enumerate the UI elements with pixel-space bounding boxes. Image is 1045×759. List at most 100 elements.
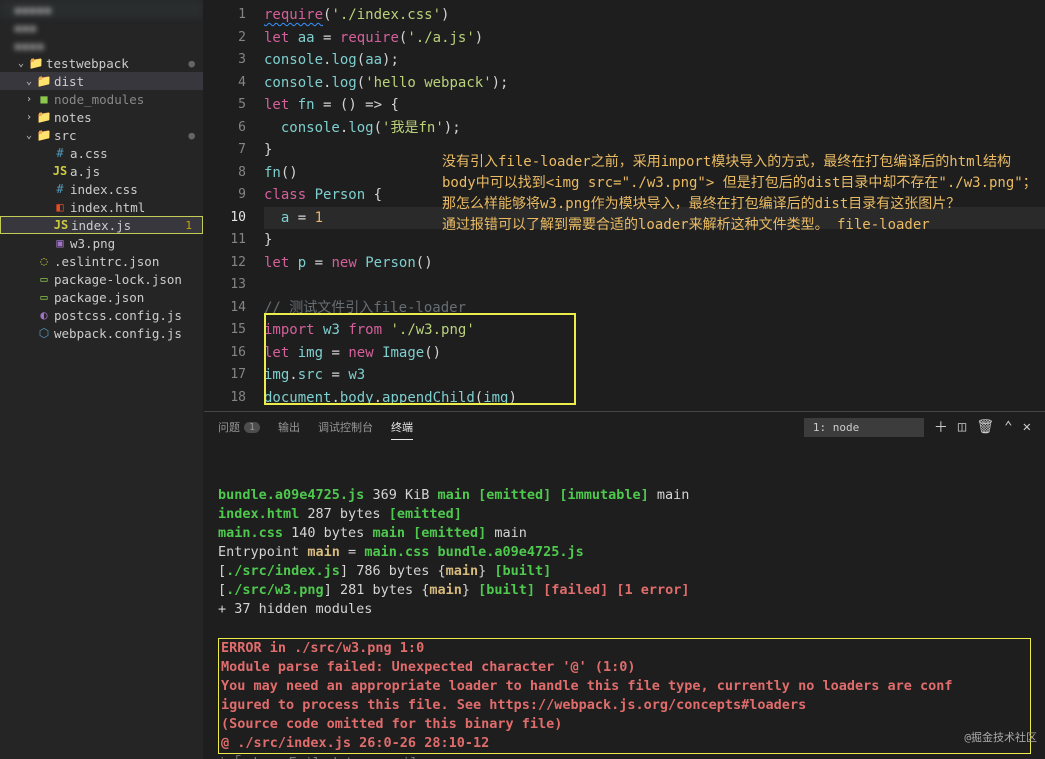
code-line[interactable]: img.src = w3: [264, 364, 1045, 387]
line-number: 5: [204, 94, 264, 117]
tree-item-label: index.css: [68, 182, 199, 197]
panel-tab-bar: 问题 1 输出 调试控制台 终端 1: node ＋ ◫ 🗑 ⌃ ✕: [204, 412, 1045, 442]
blurred-item: ▪▪▪: [0, 18, 203, 36]
code-line[interactable]: let p = new Person(): [264, 252, 1045, 275]
code-line[interactable]: let fn = () => {: [264, 94, 1045, 117]
file-icon: ◧: [52, 200, 68, 214]
tab-label: 问题: [218, 419, 240, 435]
file-icon: ■: [36, 92, 52, 106]
blurred-item: ▪▪▪▪: [0, 36, 203, 54]
code-line[interactable]: console.log('hello webpack');: [264, 72, 1045, 95]
line-number: 6: [204, 117, 264, 140]
line-number: 1: [204, 4, 264, 27]
chevron-down-icon[interactable]: ⌄: [14, 58, 28, 69]
tree-item-w3-png[interactable]: ▣w3.png: [0, 234, 203, 252]
tree-item-node-modules[interactable]: ›■node_modules: [0, 90, 203, 108]
terminal-selector[interactable]: 1: node: [804, 418, 924, 437]
main-area: 123456789101112131415161718 没有引入file-loa…: [204, 0, 1045, 759]
tree-item-label: notes: [52, 110, 199, 125]
tab-terminal[interactable]: 终端: [391, 419, 413, 440]
line-number: 14: [204, 297, 264, 320]
error-highlight-box: ERROR in ./src/w3.png 1:0 Module parse f…: [218, 638, 1031, 754]
trash-icon[interactable]: 🗑: [976, 419, 994, 435]
file-explorer: ▪▪▪▪▪▪▪▪▪▪▪▪ ⌄📁testwebpack●⌄📁dist›■node_…: [0, 0, 204, 759]
problems-badge: 1: [244, 422, 260, 433]
file-icon: ◐: [36, 308, 52, 322]
code-line[interactable]: console.log('我是fn');: [264, 117, 1045, 140]
tree-item-label: .eslintrc.json: [52, 254, 199, 269]
file-icon: 📁: [36, 74, 52, 88]
tree-item--eslintrc-json[interactable]: ◌.eslintrc.json: [0, 252, 203, 270]
file-icon: 📁: [36, 110, 52, 124]
code-line[interactable]: console.log(aa);: [264, 49, 1045, 72]
file-icon: 📁: [36, 128, 52, 142]
tree-item-index-js[interactable]: JSindex.js1: [0, 216, 203, 234]
modified-dot-icon: ●: [188, 129, 195, 142]
line-number: 11: [204, 229, 264, 252]
code-line[interactable]: [264, 274, 1045, 297]
line-number: 18: [204, 387, 264, 410]
tree-item-label: node_modules: [52, 92, 199, 107]
chevron-right-icon[interactable]: ›: [22, 112, 36, 123]
line-number: 17: [204, 364, 264, 387]
chevron-right-icon[interactable]: ›: [22, 94, 36, 105]
new-terminal-icon[interactable]: ＋: [934, 417, 948, 437]
annotation-line: body中可以找到<img src="./w3.png"> 但是打包后的dist…: [442, 173, 1042, 194]
tree-item-dist[interactable]: ⌄📁dist: [0, 72, 203, 90]
line-number: 3: [204, 49, 264, 72]
tab-output[interactable]: 输出: [278, 419, 300, 435]
chevron-down-icon[interactable]: ⌄: [22, 76, 36, 87]
code-editor[interactable]: 123456789101112131415161718 没有引入file-loa…: [204, 0, 1045, 411]
tree-item-label: package-lock.json: [52, 272, 199, 287]
tree-item-package-lock-json[interactable]: ▭package-lock.json: [0, 270, 203, 288]
line-number: 7: [204, 139, 264, 162]
chevron-down-icon[interactable]: ⌄: [22, 130, 36, 141]
annotation-line: 通过报错可以了解到需要合适的loader来解析这种文件类型。 file-load…: [442, 215, 1042, 236]
code-line[interactable]: // 测试文件引入file-loader: [264, 297, 1045, 320]
file-icon: ⬡: [36, 326, 52, 340]
modified-dot-icon: ●: [188, 57, 195, 70]
tree-item-label: a.css: [68, 146, 199, 161]
tree-item-label: package.json: [52, 290, 199, 305]
code-line[interactable]: let img = new Image(): [264, 342, 1045, 365]
terminal-output[interactable]: bundle.a09e4725.js 369 KiB main [emitted…: [204, 442, 1045, 759]
tree-item-label: webpack.config.js: [52, 326, 199, 341]
code-line[interactable]: import w3 from './w3.png': [264, 319, 1045, 342]
file-icon: JS: [53, 218, 69, 232]
tree-item-label: src: [52, 128, 188, 143]
tree-item-index-html[interactable]: ◧index.html: [0, 198, 203, 216]
file-icon: #: [52, 146, 68, 160]
line-number: 13: [204, 274, 264, 297]
chevron-up-icon[interactable]: ⌃: [1004, 419, 1012, 435]
tree-item-webpack-config-js[interactable]: ⬡webpack.config.js: [0, 324, 203, 342]
tab-problems[interactable]: 问题 1: [218, 419, 260, 435]
tree-item-notes[interactable]: ›📁notes: [0, 108, 203, 126]
split-terminal-icon[interactable]: ◫: [958, 419, 966, 435]
tree-item-a-js[interactable]: JSa.js: [0, 162, 203, 180]
code-line[interactable]: let aa = require('./a.js'): [264, 27, 1045, 50]
tree-item-package-json[interactable]: ▭package.json: [0, 288, 203, 306]
tree-item-src[interactable]: ⌄📁src●: [0, 126, 203, 144]
tree-item-a-css[interactable]: #a.css: [0, 144, 203, 162]
tree-item-index-css[interactable]: #index.css: [0, 180, 203, 198]
file-icon: ▭: [36, 272, 52, 286]
annotation-line: 没有引入file-loader之前，采用import模块导入的方式，最终在打包编…: [442, 152, 1042, 173]
line-number: 15: [204, 319, 264, 342]
code-content[interactable]: 没有引入file-loader之前，采用import模块导入的方式，最终在打包编…: [264, 0, 1045, 411]
tree-item-label: index.js: [69, 218, 185, 233]
tab-debug-console[interactable]: 调试控制台: [318, 419, 373, 435]
line-number: 9: [204, 184, 264, 207]
code-line[interactable]: require('./index.css'): [264, 4, 1045, 27]
tree-item-postcss-config-js[interactable]: ◐postcss.config.js: [0, 306, 203, 324]
tree-item-label: postcss.config.js: [52, 308, 199, 323]
line-number: 8: [204, 162, 264, 185]
line-number: 10: [204, 207, 264, 230]
panel-toolbar: 1: node ＋ ◫ 🗑 ⌃ ✕: [804, 417, 1031, 437]
problems-count: 1: [185, 219, 192, 232]
bottom-panel: 问题 1 输出 调试控制台 终端 1: node ＋ ◫ 🗑 ⌃ ✕ bundl…: [204, 411, 1045, 759]
file-icon: JS: [52, 164, 68, 178]
tree-item-label: index.html: [68, 200, 199, 215]
close-panel-icon[interactable]: ✕: [1023, 419, 1031, 435]
code-line[interactable]: document.body.appendChild(img): [264, 387, 1045, 410]
tree-item-testwebpack[interactable]: ⌄📁testwebpack●: [0, 54, 203, 72]
